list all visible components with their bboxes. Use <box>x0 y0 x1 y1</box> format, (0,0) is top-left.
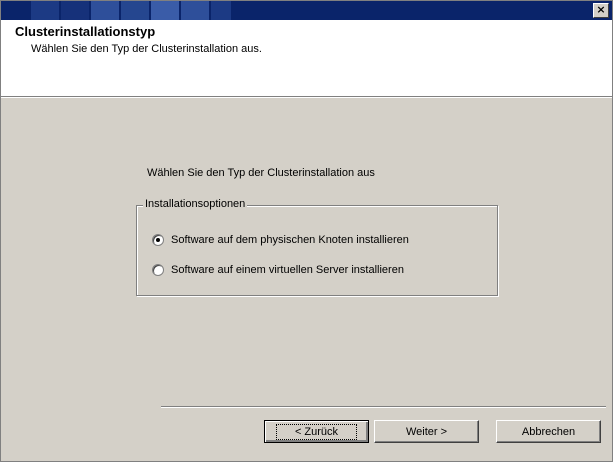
title-bar-segment <box>61 1 89 20</box>
cancel-button[interactable]: Abbrechen <box>496 420 601 443</box>
group-label: Installationsoptionen <box>143 198 248 210</box>
title-bar[interactable]: × <box>1 1 612 20</box>
title-bar-segment <box>181 1 209 20</box>
back-button[interactable]: < Zurück <box>264 420 369 443</box>
instruction-text: Wählen Sie den Typ der Clusterinstallati… <box>147 167 375 179</box>
next-button-label: Weiter > <box>405 425 448 438</box>
close-button[interactable]: × <box>593 3 609 18</box>
title-bar-segment <box>1 1 29 20</box>
installation-options-group <box>136 205 498 296</box>
next-button[interactable]: Weiter > <box>374 420 479 443</box>
installer-dialog: × Clusterinstallationstyp Wählen Sie den… <box>0 0 613 462</box>
header-divider-highlight <box>1 97 612 98</box>
cancel-button-label: Abbrechen <box>521 425 576 438</box>
title-bar-segment <box>151 1 179 20</box>
title-bar-segment <box>121 1 149 20</box>
option-label: Software auf dem physischen Knoten insta… <box>171 234 409 246</box>
close-icon: × <box>596 3 606 16</box>
option-physical-node[interactable]: Software auf dem physischen Knoten insta… <box>152 232 409 248</box>
option-virtual-server[interactable]: Software auf einem virtuellen Server ins… <box>152 262 404 278</box>
title-bar-segment <box>91 1 119 20</box>
radio-button-checked[interactable] <box>152 234 164 246</box>
page-subtitle: Wählen Sie den Typ der Clusterinstallati… <box>31 43 262 55</box>
option-label: Software auf einem virtuellen Server ins… <box>171 264 404 276</box>
radio-button[interactable] <box>152 264 164 276</box>
title-bar-segment <box>211 1 231 20</box>
footer-divider-highlight <box>161 407 606 408</box>
back-button-label: < Zurück <box>275 423 358 440</box>
page-title: Clusterinstallationstyp <box>15 24 156 39</box>
title-bar-segment <box>31 1 59 20</box>
